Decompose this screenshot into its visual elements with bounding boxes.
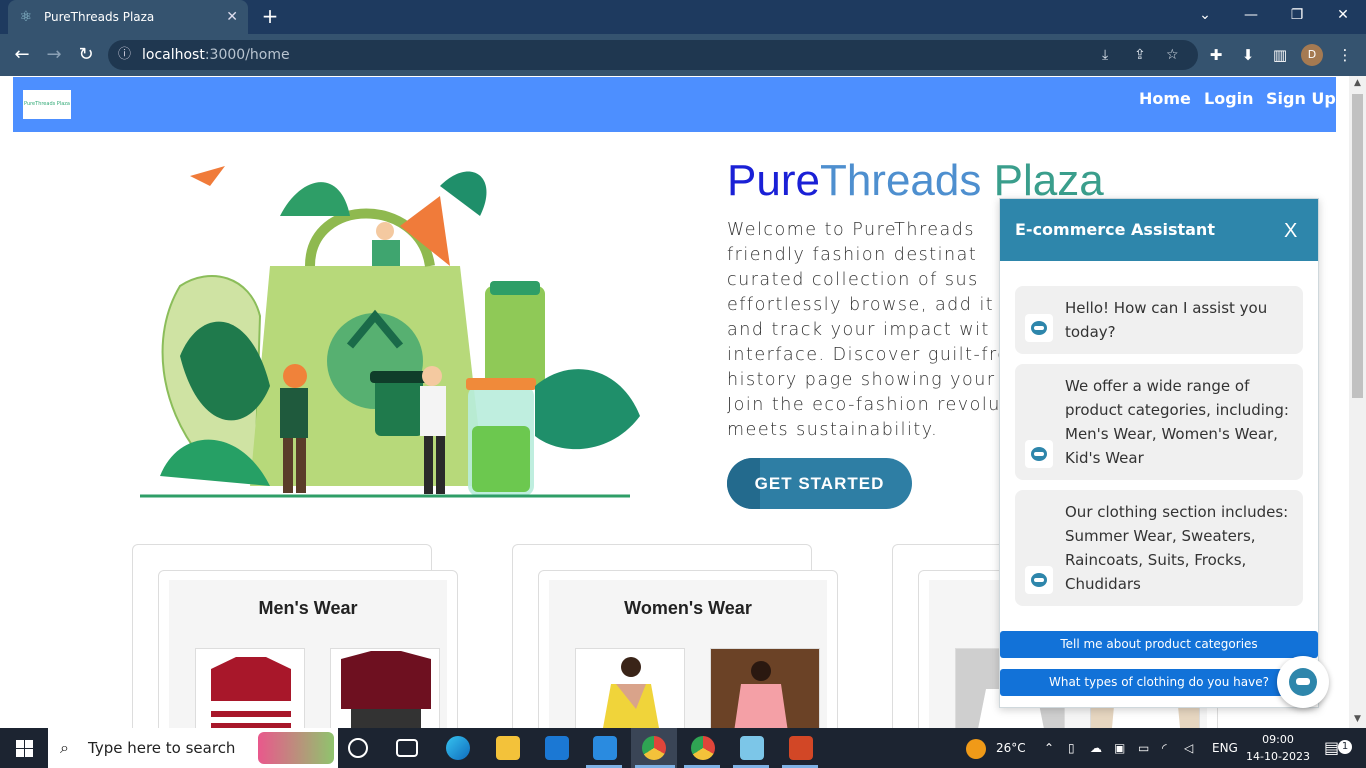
chat-header: E-commerce Assistant X [1000, 199, 1318, 261]
chatbot-toggle-button[interactable] [1277, 656, 1329, 708]
site-navbar: PureThreads Plaza Home Login Sign Up [13, 77, 1336, 132]
onedrive-cloud-icon[interactable]: ☁ [1090, 728, 1102, 768]
category-card-body: Men's Wear [169, 580, 447, 728]
cortana-icon[interactable] [348, 738, 368, 758]
nav-home-link[interactable]: Home [1139, 89, 1191, 108]
nav-login-link[interactable]: Login [1204, 89, 1254, 108]
scroll-up-icon[interactable]: ▲ [1349, 78, 1366, 88]
menu-kebab-icon[interactable]: ⋮ [1333, 43, 1357, 67]
search-placeholder: Type here to search [88, 739, 236, 757]
tray-chevron-icon[interactable]: ⌃ [1044, 728, 1054, 768]
product-image[interactable] [330, 648, 440, 728]
chrome-icon[interactable] [642, 736, 666, 760]
scrollbar-thumb[interactable] [1352, 94, 1363, 398]
system-clock[interactable]: 09:00 14-10-2023 [1246, 731, 1310, 765]
chrome-profile-icon[interactable] [691, 736, 715, 760]
vscode-icon[interactable] [593, 736, 617, 760]
chat-close-button[interactable]: X [1284, 220, 1297, 243]
quick-reply-categories-button[interactable]: Tell me about product categories [1000, 631, 1318, 658]
reload-icon[interactable]: ↻ [74, 43, 98, 67]
search-highlight-image [258, 732, 334, 764]
quick-reply-clothing-button[interactable]: What types of clothing do you have? [1000, 669, 1318, 696]
taskbar-search-box[interactable]: ⌕ Type here to search [48, 728, 338, 768]
bookmark-star-icon[interactable]: ☆ [1166, 40, 1179, 70]
category-title-womens: Women's Wear [624, 598, 752, 618]
windows-start-button[interactable] [0, 728, 48, 768]
address-bar[interactable]: ⓘ localhost:3000/home ⤓ ⇪ ☆ [108, 40, 1198, 70]
product-image[interactable] [710, 648, 820, 728]
chat-message: Hello! How can I assist you today? [1015, 286, 1303, 354]
site-info-icon[interactable]: ⓘ [118, 40, 131, 70]
profile-avatar[interactable]: D [1301, 44, 1323, 66]
task-view-icon[interactable] [396, 739, 418, 757]
site-logo[interactable]: PureThreads Plaza [23, 90, 71, 119]
eco-shopping-illustration [140, 166, 640, 498]
notification-count-badge: 1 [1338, 740, 1352, 754]
volume-icon[interactable]: ◁ [1184, 728, 1193, 768]
notepad-icon[interactable] [740, 736, 764, 760]
browser-toolbar: ← → ↻ ⓘ localhost:3000/home ⤓ ⇪ ☆ ✚ ⬇ ▥ … [0, 34, 1366, 76]
page-scrollbar[interactable]: ▲ ▼ [1349, 76, 1366, 728]
clock-date: 14-10-2023 [1246, 750, 1310, 763]
tab-close-icon[interactable]: ✕ [226, 9, 238, 25]
react-favicon-icon: ⚛ [19, 9, 33, 25]
chat-message: We offer a wide range of product categor… [1015, 364, 1303, 480]
nav-signup-link[interactable]: Sign Up [1266, 89, 1336, 108]
battery-icon[interactable]: ▭ [1138, 728, 1149, 768]
powerpoint-icon[interactable] [789, 736, 813, 760]
notification-center-icon[interactable]: ▤ [1324, 728, 1339, 768]
product-image[interactable] [195, 648, 305, 728]
side-panel-icon[interactable]: ▥ [1268, 43, 1292, 67]
file-explorer-icon[interactable] [496, 736, 520, 760]
bot-avatar-icon [1025, 314, 1053, 342]
input-language[interactable]: ENG [1212, 728, 1238, 768]
tab-search-chevron-icon[interactable]: ⌄ [1182, 0, 1228, 30]
chat-message: Our clothing section includes: Summer We… [1015, 490, 1303, 606]
restore-button[interactable]: ❐ [1274, 0, 1320, 30]
windows-taskbar: ⌕ Type here to search 26°C ⌃ ▯ ☁ ▣ ▭ ◜ ◁… [0, 728, 1366, 768]
browser-tab-bar: ⚛ PureThreads Plaza ✕ + ⌄ — ❐ ✕ [0, 0, 1366, 34]
url-path: :3000/home [204, 47, 290, 63]
chat-title: E-commerce Assistant [1015, 220, 1215, 239]
clock-time: 09:00 [1262, 733, 1294, 746]
share-icon[interactable]: ⇪ [1134, 40, 1146, 70]
edge-icon[interactable] [446, 736, 470, 760]
new-tab-button[interactable]: + [258, 4, 282, 28]
weather-temperature[interactable]: 26°C [996, 728, 1026, 768]
scroll-down-icon[interactable]: ▼ [1349, 714, 1366, 724]
browser-tab[interactable]: ⚛ PureThreads Plaza ✕ [8, 0, 248, 34]
back-arrow-icon[interactable]: ← [10, 43, 34, 67]
bot-avatar-icon [1025, 566, 1053, 594]
chatbot-icon [1289, 668, 1317, 696]
bot-avatar-icon [1025, 440, 1053, 468]
tab-title: PureThreads Plaza [44, 10, 155, 24]
mail-icon[interactable] [545, 736, 569, 760]
search-icon: ⌕ [60, 738, 69, 757]
tray-app-icon[interactable]: ▣ [1114, 728, 1125, 768]
minimize-button[interactable]: — [1228, 0, 1274, 30]
url-host: localhost [142, 47, 205, 63]
wifi-icon[interactable]: ◜ [1162, 728, 1167, 768]
forward-arrow-icon[interactable]: → [42, 43, 66, 67]
tray-device-icon[interactable]: ▯ [1068, 728, 1075, 768]
weather-sun-icon[interactable] [966, 728, 988, 768]
page-viewport: PureThreads Plaza Home Login Sign Up Pur… [0, 76, 1349, 728]
category-card-body: Women's Wear [549, 580, 827, 728]
install-app-icon[interactable]: ⤓ [1102, 40, 1108, 70]
downloads-icon[interactable]: ⬇ [1236, 43, 1260, 67]
extensions-puzzle-icon[interactable]: ✚ [1204, 43, 1228, 67]
close-window-button[interactable]: ✕ [1320, 0, 1366, 30]
get-started-button[interactable]: GET STARTED [727, 458, 912, 509]
product-image[interactable] [575, 648, 685, 728]
category-title-mens: Men's Wear [258, 598, 358, 618]
